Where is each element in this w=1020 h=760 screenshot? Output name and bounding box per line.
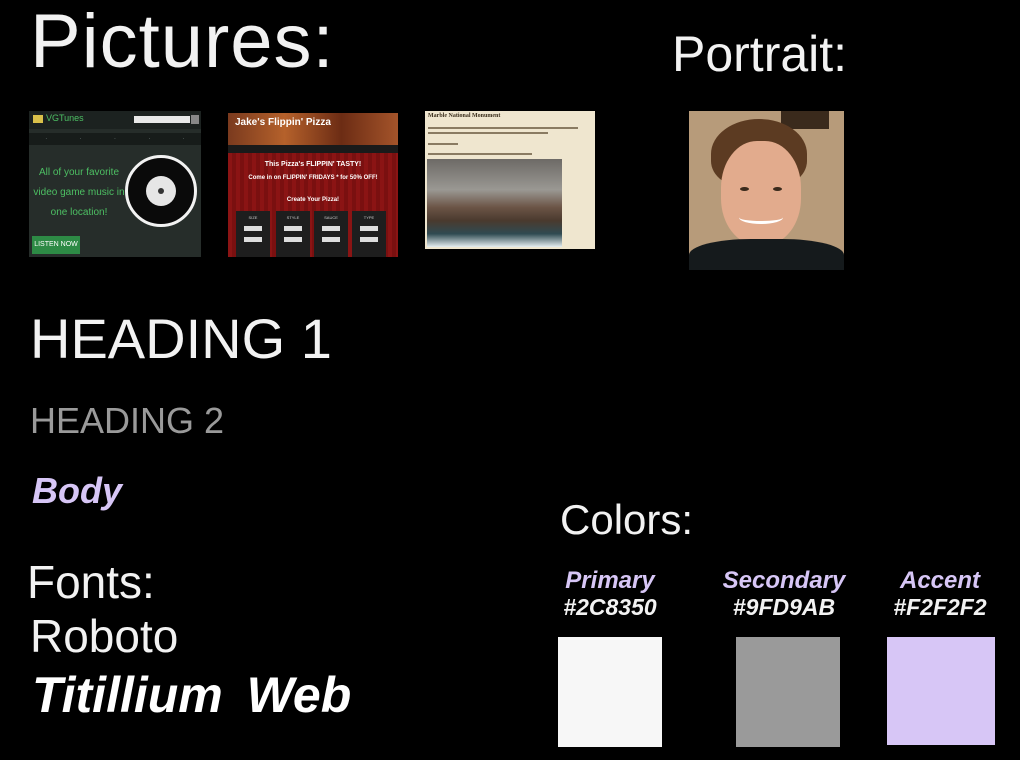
pictures-heading: Pictures: bbox=[30, 0, 335, 84]
pizza-col-size: SIZE bbox=[236, 211, 270, 257]
heading-1-sample: HEADING 1 bbox=[30, 307, 332, 370]
vgtunes-tagline: All of your favorite video game music in… bbox=[33, 167, 125, 218]
color-hex: #F2F2F2 bbox=[893, 594, 987, 620]
vgtunes-search-input bbox=[134, 116, 190, 123]
primary-swatch bbox=[558, 637, 662, 747]
face bbox=[721, 141, 801, 245]
font-titillium-web: Titillium Web bbox=[32, 667, 352, 723]
portrait-heading: Portrait: bbox=[672, 26, 848, 82]
pizza-nav bbox=[228, 145, 398, 153]
portrait-photo bbox=[689, 111, 844, 270]
color-hex: #9FD9AB bbox=[732, 594, 836, 620]
text-line bbox=[428, 132, 548, 134]
vgtunes-search-icon bbox=[191, 115, 199, 124]
pizza-line-3: Create Your Pizza! bbox=[286, 197, 340, 203]
colors-heading: Colors: bbox=[560, 496, 694, 543]
pizza-title: Jake's Flippin' Pizza bbox=[235, 117, 331, 128]
vgtunes-listen-button: LISTEN NOW bbox=[32, 236, 80, 254]
pizza-col-type: TYPE bbox=[352, 211, 386, 257]
vgtunes-brand: VGTunes bbox=[46, 113, 84, 123]
pizza-thumbnail: Jake's Flippin' Pizza This Pizza's FLIPP… bbox=[228, 113, 398, 257]
text-line bbox=[428, 143, 458, 145]
vinyl-record-icon bbox=[125, 155, 197, 227]
monument-photo bbox=[427, 159, 562, 247]
primary-color-label: Primary #2C8350 bbox=[548, 567, 672, 621]
color-name: Accent bbox=[899, 567, 981, 594]
color-name: Secondary bbox=[722, 567, 846, 594]
secondary-color-label: Secondary #9FD9AB bbox=[716, 567, 852, 621]
monument-thumbnail: Marble National Monument bbox=[425, 111, 595, 249]
eye bbox=[773, 187, 782, 191]
fonts-heading: Fonts: bbox=[27, 556, 155, 608]
font-roboto: Roboto bbox=[30, 610, 179, 662]
color-name: Primary bbox=[565, 567, 655, 594]
vgtunes-logo-icon bbox=[33, 115, 43, 123]
color-hex: #2C8350 bbox=[563, 594, 657, 620]
accent-swatch bbox=[887, 637, 995, 745]
monument-title: Marble National Monument bbox=[428, 113, 501, 119]
body-sample: Body bbox=[32, 470, 122, 511]
eye bbox=[740, 187, 749, 191]
pizza-line-2: Come in on FLIPPIN' FRIDAYS * for 50% OF… bbox=[248, 175, 378, 181]
pizza-col-style: STYLE bbox=[276, 211, 310, 257]
pizza-line-1: This Pizza's FLIPPIN' TASTY! bbox=[264, 161, 362, 168]
secondary-swatch bbox=[736, 637, 840, 747]
smile bbox=[739, 211, 783, 224]
vgtunes-nav: · · · · · bbox=[29, 133, 201, 145]
pizza-col-sauce: SAUCE bbox=[314, 211, 348, 257]
text-line bbox=[428, 127, 578, 129]
shirt bbox=[689, 239, 844, 270]
heading-2-sample: HEADING 2 bbox=[30, 400, 225, 441]
vgtunes-thumbnail: VGTunes · · · · · All of your favorite video… bbox=[29, 111, 201, 257]
accent-color-label: Accent #F2F2F2 bbox=[880, 567, 1000, 621]
text-line bbox=[428, 153, 532, 155]
